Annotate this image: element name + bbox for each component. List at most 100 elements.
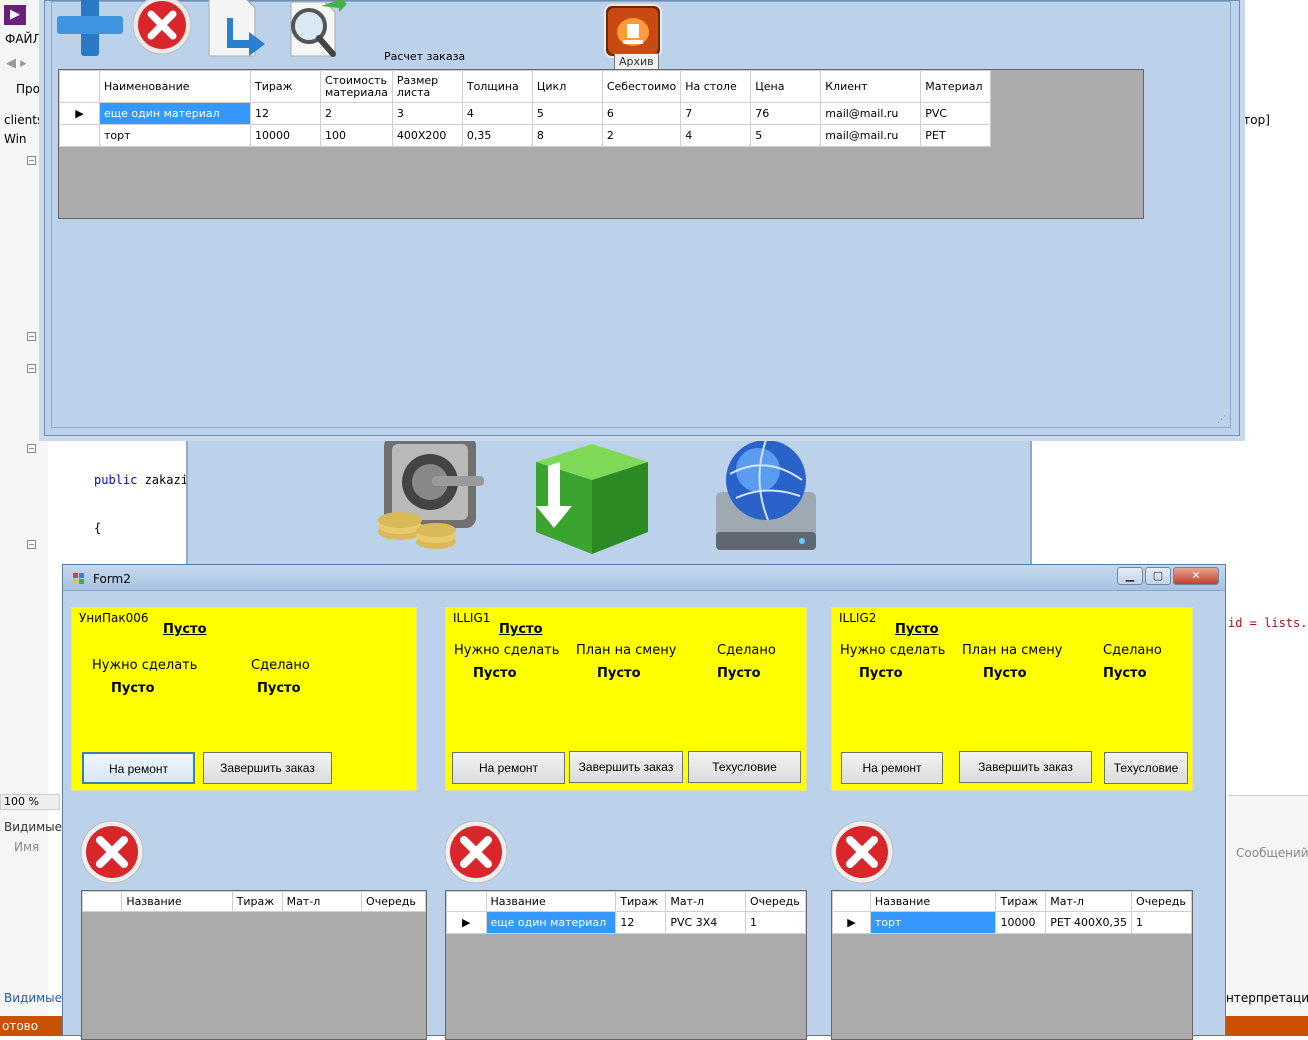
col-header[interactable]: Себестоимо xyxy=(601,70,682,103)
table-row[interactable]: ▶ еще один материал 12 PVC 3X4 1 xyxy=(446,911,807,934)
col-header[interactable]: Клиент xyxy=(820,70,922,103)
archive-button[interactable] xyxy=(604,4,662,58)
ide-class-dropdown[interactable]: Win xyxy=(4,132,27,146)
download-box-icon[interactable] xyxy=(528,436,652,556)
table-cell[interactable]: 1 xyxy=(1131,911,1192,934)
repair-button[interactable]: На ремонт xyxy=(841,752,943,784)
table-cell[interactable]: еще один материал xyxy=(485,911,617,934)
table-cell[interactable]: 100 xyxy=(320,124,393,147)
collapse-icon[interactable]: − xyxy=(27,540,36,549)
row-header[interactable] xyxy=(59,124,100,147)
tech-condition-button[interactable]: Техусловие xyxy=(1104,752,1188,784)
form2-titlebar[interactable]: Form2 ▁ ▢ ✕ xyxy=(63,565,1225,591)
table-cell[interactable]: 12 xyxy=(615,911,667,934)
ide-project-menu[interactable]: Проі xyxy=(16,82,43,96)
table-cell[interactable]: 10000 xyxy=(995,911,1047,934)
col-header[interactable]: Очередь xyxy=(744,891,807,912)
table-cell[interactable]: PVC xyxy=(920,102,992,125)
table-cell[interactable]: торт xyxy=(99,124,251,147)
col-header[interactable]: Название xyxy=(121,891,233,912)
ide-right-tab[interactable]: ктор] xyxy=(1236,113,1270,127)
table-cell[interactable]: 400X200 xyxy=(391,124,463,147)
code-editor[interactable]: public zakazi { mainForm Initializ } pri… xyxy=(48,430,188,823)
col-header[interactable]: Мат-л xyxy=(1045,891,1133,912)
finance-safe-icon[interactable] xyxy=(370,432,496,554)
col-header[interactable]: Название xyxy=(869,891,997,912)
finish-order-button[interactable]: Завершить заказ xyxy=(203,752,332,784)
table-cell[interactable]: 2 xyxy=(601,124,682,147)
minimize-button[interactable]: ▁ xyxy=(1117,567,1143,585)
ide-back-icon[interactable]: ◀ ▸ xyxy=(6,56,27,71)
queue-grid-illig1[interactable]: Название Тираж Мат-л Очередь ▶ еще один … xyxy=(445,890,807,1040)
table-cell[interactable]: 10000 xyxy=(250,124,321,147)
col-header[interactable]: Цена xyxy=(750,70,822,103)
table-cell[interactable]: mail@mail.ru xyxy=(820,102,922,125)
col-header[interactable]: Тираж xyxy=(231,891,283,912)
delete-button[interactable] xyxy=(128,0,196,56)
collapse-icon[interactable]: − xyxy=(27,444,36,453)
ide-interp-tab[interactable]: нтерпретации xyxy=(1226,991,1308,1005)
table-cell[interactable]: торт xyxy=(869,911,997,934)
network-drive-icon[interactable] xyxy=(712,434,822,554)
table-cell[interactable]: 1 xyxy=(744,911,807,934)
col-header[interactable]: Наименование xyxy=(99,70,251,103)
collapse-icon[interactable]: − xyxy=(27,364,36,373)
add-button[interactable] xyxy=(56,0,124,58)
table-cell[interactable]: 12 xyxy=(250,102,321,125)
col-header[interactable]: Мат-л xyxy=(281,891,363,912)
finish-order-button[interactable]: Завершить заказ xyxy=(569,751,683,783)
resize-grip-icon[interactable]: ⋰ xyxy=(1217,415,1226,425)
search-button[interactable] xyxy=(280,0,348,58)
col-header[interactable]: Тираж xyxy=(995,891,1047,912)
col-header[interactable]: Материал xyxy=(920,70,992,103)
table-cell[interactable]: 4 xyxy=(680,124,752,147)
repair-button[interactable]: На ремонт xyxy=(82,752,195,784)
delete-button[interactable] xyxy=(829,819,895,885)
collapse-icon[interactable]: − xyxy=(27,156,36,165)
table-cell[interactable]: 5 xyxy=(750,124,822,147)
close-button[interactable]: ✕ xyxy=(1173,567,1219,585)
col-header[interactable]: Стоимость материала xyxy=(320,70,393,103)
col-header[interactable]: Размер листа xyxy=(391,70,463,103)
repair-button[interactable]: На ремонт xyxy=(452,752,565,784)
queue-grid-unipak006[interactable]: Название Тираж Мат-л Очередь xyxy=(81,890,427,1040)
table-cell[interactable]: 6 xyxy=(601,102,682,125)
finish-order-button[interactable]: Завершить заказ xyxy=(959,751,1092,783)
col-header[interactable]: Мат-л xyxy=(665,891,746,912)
table-row[interactable]: торт 10000 100 400X200 0,35 8 2 4 5 mail… xyxy=(59,124,992,147)
table-cell[interactable]: еще один материал xyxy=(99,102,251,125)
col-header[interactable]: Тираж xyxy=(615,891,667,912)
table-cell[interactable]: PVC 3X4 xyxy=(665,911,746,934)
export-button[interactable] xyxy=(202,0,270,58)
table-cell[interactable]: 7 xyxy=(680,102,752,125)
col-header[interactable]: Очередь xyxy=(361,891,426,912)
table-cell[interactable]: PET xyxy=(920,124,992,147)
col-header[interactable]: Толщина xyxy=(461,70,533,103)
col-header[interactable]: Очередь xyxy=(1131,891,1192,912)
collapse-icon[interactable]: − xyxy=(27,332,36,341)
col-header[interactable]: Цикл xyxy=(531,70,603,103)
table-row[interactable]: ▶ еще один материал 12 2 3 4 5 6 7 76 ma… xyxy=(59,102,992,125)
table-cell[interactable]: 76 xyxy=(750,102,822,125)
queue-grid-illig2[interactable]: Название Тираж Мат-л Очередь ▶ торт 1000… xyxy=(831,890,1193,1040)
table-cell[interactable]: 4 xyxy=(461,102,533,125)
table-cell[interactable]: mail@mail.ru xyxy=(820,124,922,147)
table-row[interactable]: ▶ торт 10000 PET 400X0,35 1 xyxy=(832,911,1192,934)
orders-grid[interactable]: Наименование Тираж Стоимость материала Р… xyxy=(58,69,1144,219)
ide-visible-tab[interactable]: Видимые xyxy=(4,991,62,1005)
zoom-dropdown[interactable]: 100 % xyxy=(0,794,60,810)
col-header[interactable]: Тираж xyxy=(250,70,321,103)
maximize-button[interactable]: ▢ xyxy=(1145,567,1171,585)
table-cell[interactable]: 2 xyxy=(320,102,393,125)
ide-menu-file[interactable]: ФАЙЛ xyxy=(5,32,42,46)
col-header[interactable]: Название xyxy=(485,891,617,912)
tech-condition-button[interactable]: Техусловие xyxy=(688,751,801,783)
delete-button[interactable] xyxy=(443,819,509,885)
table-cell[interactable]: 0,35 xyxy=(461,124,533,147)
table-cell[interactable]: 8 xyxy=(531,124,603,147)
delete-button[interactable] xyxy=(79,819,145,885)
col-header[interactable]: На столе xyxy=(680,70,752,103)
table-cell[interactable]: 3 xyxy=(391,102,463,125)
table-cell[interactable]: 5 xyxy=(531,102,603,125)
table-cell[interactable]: PET 400X0,35 xyxy=(1045,911,1133,934)
